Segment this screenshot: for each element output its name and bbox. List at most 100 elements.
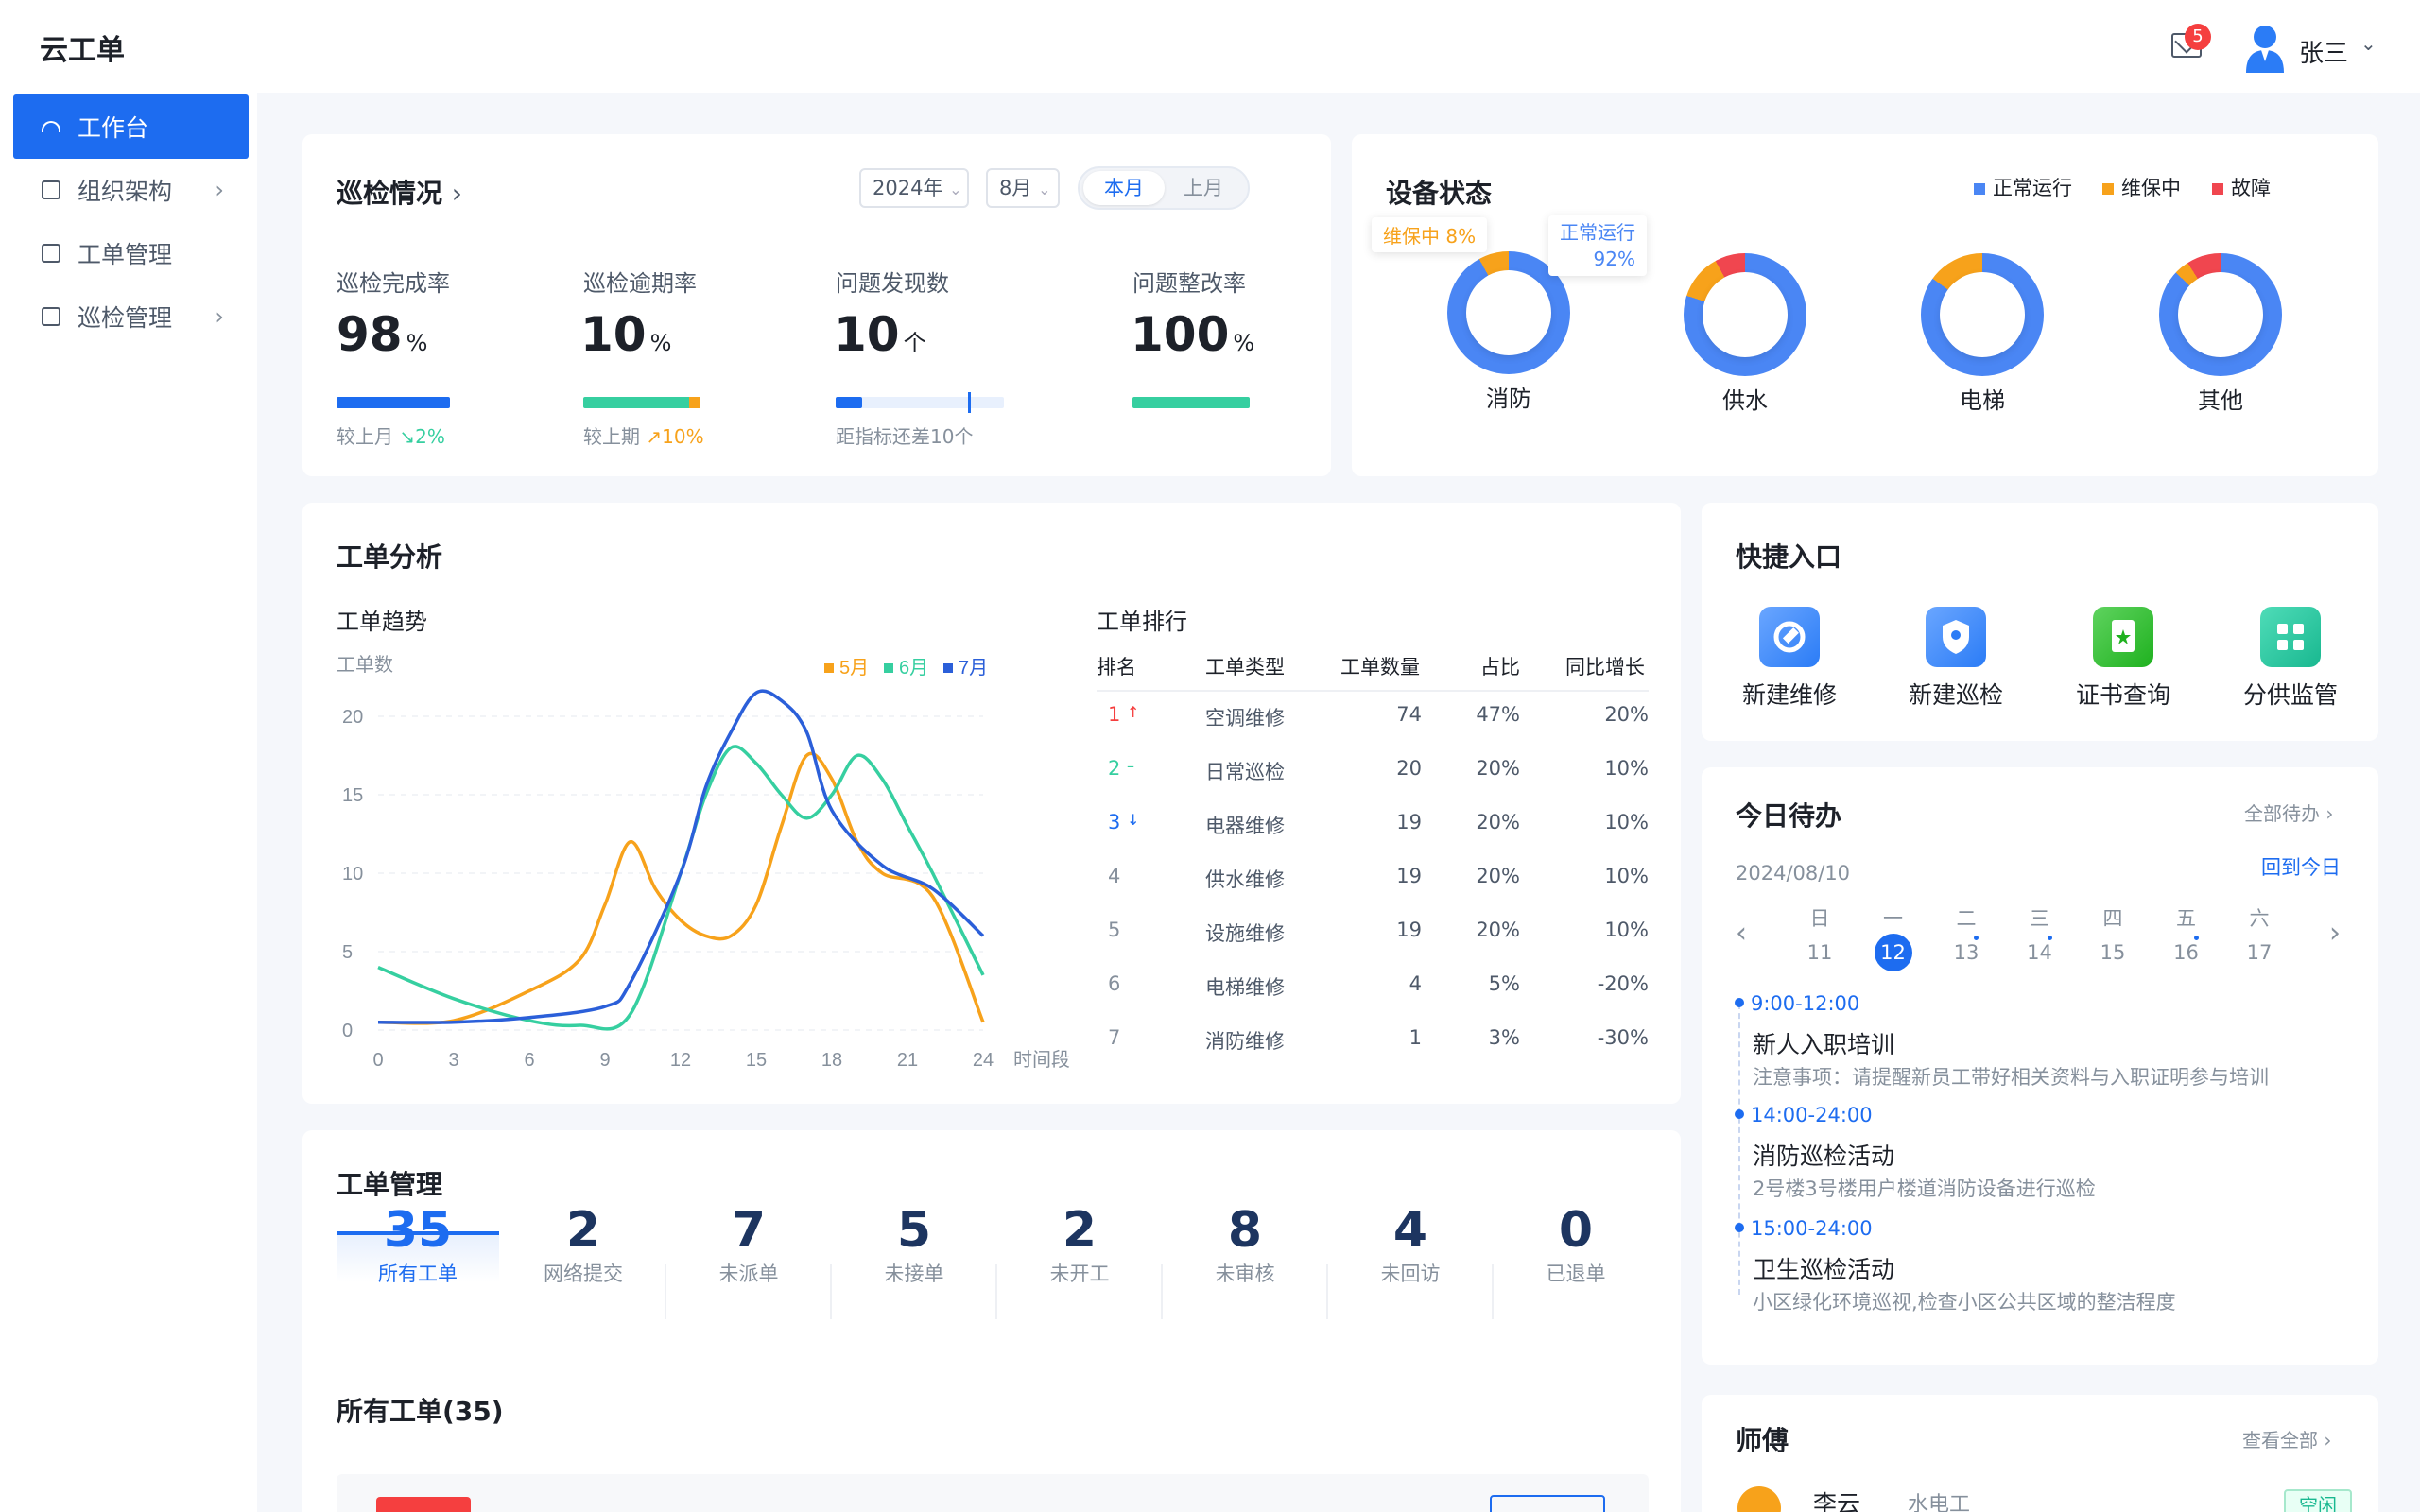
sidebar-item-workbench[interactable]: 工作台 <box>13 94 249 159</box>
weekday-label: 四 <box>2102 907 2123 930</box>
tab-separator <box>995 1264 997 1319</box>
order-list-row[interactable] <box>337 1474 1649 1512</box>
sidebar-item-inspection[interactable]: 巡检管理 › <box>13 284 249 349</box>
weekday-label: 三 <box>2030 907 2049 930</box>
all-todo-link[interactable]: 全部待办 › <box>2244 799 2333 826</box>
calendar-day[interactable]: 16 <box>2168 934 2205 971</box>
rank-header-count: 工单数量 <box>1340 656 1420 679</box>
kpi-value: 10% <box>580 307 672 362</box>
trend-title: 工单趋势 <box>337 609 427 635</box>
donut-other[interactable] <box>2159 253 2282 376</box>
top-bar: 云工单 5 张三 ⌄ <box>0 0 2420 93</box>
order-tab-count: 8 <box>1227 1202 1263 1259</box>
order-tab-count: 7 <box>731 1202 767 1259</box>
apps-icon[interactable] <box>2260 607 2321 667</box>
chevron-down-icon[interactable]: ⌄ <box>2360 32 2377 55</box>
x-tick-label: 0 <box>372 1050 383 1071</box>
app-title: 云工单 <box>40 34 125 67</box>
legend-maintenance: 维保中 <box>2102 173 2181 201</box>
x-tick-label: 21 <box>897 1050 918 1071</box>
order-management-title: 工单管理 <box>337 1169 443 1200</box>
kpi-compare: 较上期 ↗10% <box>583 425 704 448</box>
y-tick-label: 10 <box>342 864 363 885</box>
quick-certificate-query[interactable]: 证书查询 <box>2057 677 2189 711</box>
shield-icon[interactable] <box>1926 607 1986 667</box>
view-all-masters-link[interactable]: 查看全部 › <box>2242 1425 2331 1452</box>
event-time: 15:00-24:00 <box>1751 1217 1873 1240</box>
month-select[interactable]: 8月 ⌄ <box>986 168 1060 208</box>
x-tick-label: 15 <box>746 1050 767 1071</box>
calendar-day[interactable]: 15 <box>2094 934 2132 971</box>
sidebar-item-orders[interactable]: 工单管理 <box>13 221 249 285</box>
rank-number: 3 <box>1108 811 1121 833</box>
event-name[interactable]: 消防巡检活动 <box>1753 1138 1894 1172</box>
order-tab[interactable]: 5 未接单 <box>838 1202 990 1287</box>
order-tab[interactable]: 2 网络提交 <box>508 1202 659 1287</box>
chevron-right-icon[interactable]: › <box>2329 917 2341 950</box>
rank-trend-icon: ↑ <box>1127 703 1140 721</box>
donut-water[interactable] <box>1684 253 1806 376</box>
calendar-day[interactable]: 11 <box>1801 934 1839 971</box>
rank-ratio: 5% <box>1488 972 1520 995</box>
calendar-day-selected[interactable]: 12 <box>1874 934 1912 971</box>
quick-supplier-monitor[interactable]: 分供监管 <box>2224 677 2357 711</box>
certificate-icon[interactable] <box>2093 607 2153 667</box>
kpi-label: 问题整改率 <box>1132 270 1246 297</box>
tab-last-month[interactable]: 上月 <box>1163 171 1244 205</box>
master-name[interactable]: 李云 <box>1813 1486 1860 1512</box>
rank-type: 消防维修 <box>1205 1030 1285 1053</box>
donut-elevator[interactable] <box>1921 253 2044 376</box>
order-tab[interactable]: 0 已退单 <box>1500 1202 1651 1287</box>
chevron-left-icon[interactable]: ‹ <box>1736 917 1747 950</box>
legend-normal: 正常运行 <box>1974 173 2072 201</box>
weekday-label: 一 <box>1883 907 1903 930</box>
x-tick-label: 3 <box>448 1050 458 1071</box>
todo-title: 今日待办 <box>1736 800 1842 832</box>
rank-yoy: 20% <box>1604 703 1649 726</box>
x-tick-label: 9 <box>599 1050 610 1071</box>
device-status-title: 设备状态 <box>1386 178 1493 209</box>
rank-yoy: 10% <box>1604 757 1649 780</box>
order-action-button[interactable] <box>1490 1495 1605 1512</box>
wrench-icon[interactable] <box>1759 607 1820 667</box>
back-to-today-link[interactable]: 回到今日 <box>2261 852 2341 881</box>
legend-label: 7月 <box>959 658 988 679</box>
calendar-day[interactable]: 17 <box>2240 934 2278 971</box>
rank-number: 7 <box>1108 1026 1121 1049</box>
order-tab[interactable]: 2 未开工 <box>1004 1202 1155 1287</box>
order-tab-label: 网络提交 <box>544 1263 623 1285</box>
event-time: 14:00-24:00 <box>1751 1104 1873 1126</box>
calendar-day[interactable]: 13 <box>1947 934 1985 971</box>
calendar-day[interactable]: 14 <box>2021 934 2059 971</box>
y-tick-label: 0 <box>342 1021 353 1041</box>
user-avatar-icon[interactable] <box>2244 24 2286 73</box>
master-role: 水电工 <box>1908 1493 1971 1512</box>
order-tab[interactable]: 35 所有工单 <box>342 1202 493 1287</box>
rank-count: 19 <box>1396 919 1422 941</box>
sidebar-item-organization[interactable]: 组织架构 › <box>13 158 249 222</box>
tab-current-month[interactable]: 本月 <box>1083 171 1165 205</box>
y-tick-label: 5 <box>342 942 353 963</box>
order-tab[interactable]: 8 未审核 <box>1169 1202 1321 1287</box>
event-name[interactable]: 卫生巡检活动 <box>1753 1251 1894 1285</box>
y-tick-label: 20 <box>342 707 363 728</box>
kpi-value: 10 个 <box>834 307 926 362</box>
rank-count: 19 <box>1396 865 1422 887</box>
order-tab-label: 未开工 <box>1049 1263 1110 1285</box>
quick-new-inspection[interactable]: 新建巡检 <box>1890 677 2022 711</box>
order-tab[interactable]: 4 未回访 <box>1335 1202 1486 1287</box>
inspection-title[interactable]: 巡检情况 › <box>337 173 462 211</box>
rank-count: 1 <box>1409 1026 1422 1049</box>
dashboard-icon <box>42 121 60 132</box>
rank-header-ratio: 占比 <box>1480 656 1520 679</box>
quick-new-repair[interactable]: 新建维修 <box>1723 677 1856 711</box>
rectify-progress <box>1132 397 1250 408</box>
x-tick-label: 24 <box>973 1050 994 1071</box>
event-name[interactable]: 新人入职培训 <box>1753 1026 1894 1060</box>
order-tab[interactable]: 7 未派单 <box>673 1202 824 1287</box>
donut-label: 电梯 <box>1960 387 2005 414</box>
kpi-value: 100% <box>1131 307 1255 362</box>
event-dot <box>2193 936 2199 940</box>
year-select[interactable]: 2024年 ⌄ <box>859 168 969 208</box>
user-name[interactable]: 张三 <box>2299 34 2348 69</box>
